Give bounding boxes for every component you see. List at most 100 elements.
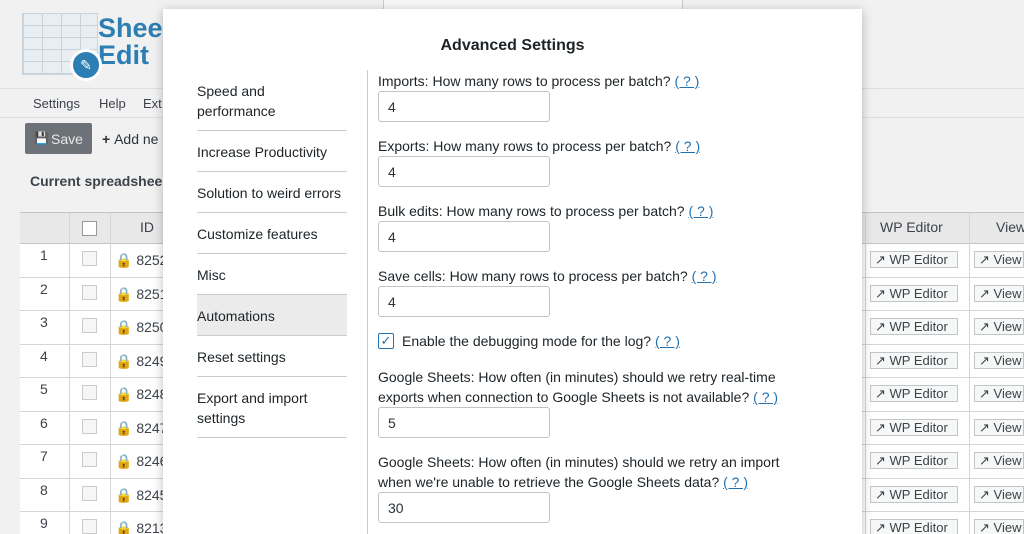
menu-settings[interactable]: Settings [33, 96, 80, 111]
menu-help[interactable]: Help [99, 96, 126, 111]
external-link-icon: ↗ [979, 352, 990, 368]
exports-help-link[interactable]: ( ? ) [675, 138, 700, 154]
view-button[interactable]: ↗ View [974, 418, 1024, 436]
sidebar-item-export-import[interactable]: Export and import settings [197, 377, 347, 438]
debug-help-link[interactable]: ( ? ) [655, 333, 680, 349]
exports-label: Exports: How many rows to process per ba… [378, 138, 672, 154]
gs-export-label: Google Sheets: How often (in minutes) sh… [378, 369, 776, 405]
lock-icon: 🔒 [115, 419, 133, 436]
view-button[interactable]: ↗ View [974, 318, 1024, 335]
wp-editor-button[interactable]: ↗ WP Editor [870, 452, 958, 469]
sidebar-item-automations[interactable]: Automations [197, 295, 347, 336]
wp-editor-button[interactable]: ↗ WP Editor [870, 284, 958, 302]
menu-extensions[interactable]: Ext [143, 96, 162, 111]
row-checkbox[interactable] [82, 318, 97, 333]
row-checkbox[interactable] [82, 452, 97, 467]
row-checkbox[interactable] [82, 251, 97, 266]
sidebar-item-reset[interactable]: Reset settings [197, 336, 347, 377]
row-number: 8 [40, 481, 48, 498]
wp-editor-button[interactable]: ↗ WP Editor [870, 485, 958, 503]
row-number: 4 [40, 347, 48, 364]
wp-editor-button[interactable]: ↗ WP Editor [870, 351, 958, 369]
lock-icon: 🔒 [115, 352, 133, 369]
save-cells-help-link[interactable]: ( ? ) [692, 268, 717, 284]
view-button[interactable]: ↗ View [974, 284, 1024, 302]
gs-export-retry-input[interactable] [378, 407, 550, 438]
select-all-checkbox[interactable] [82, 221, 97, 236]
gs-export-help-link[interactable]: ( ? ) [753, 389, 778, 405]
row-checkbox[interactable] [82, 519, 97, 534]
header-view: View [996, 219, 1024, 235]
sidebar-item-misc[interactable]: Misc [197, 254, 347, 295]
debug-mode-checkbox[interactable]: ✓ [378, 333, 394, 349]
view-button[interactable]: ↗ View [974, 519, 1024, 534]
gs-import-retry-input[interactable] [378, 492, 550, 523]
view-button[interactable]: ↗ View [974, 351, 1024, 369]
row-id: 🔒 8246 [115, 453, 168, 469]
lock-icon: 🔒 [115, 453, 133, 469]
gs-export-retry-field: Google Sheets: How often (in minutes) sh… [378, 367, 848, 438]
lock-icon: 🔒 [115, 386, 133, 402]
bulk-edits-batch-field: Bulk edits: How many rows to process per… [378, 201, 848, 252]
wp-editor-button[interactable]: ↗ WP Editor [870, 251, 958, 268]
view-button[interactable]: ↗ View [974, 385, 1024, 402]
bulk-edits-label: Bulk edits: How many rows to process per… [378, 203, 685, 219]
wp-editor-button[interactable]: ↗ WP Editor [870, 418, 958, 436]
gs-import-retry-field: Google Sheets: How often (in minutes) sh… [378, 452, 848, 523]
settings-content: Imports: How many rows to process per ba… [378, 71, 848, 534]
logo-text: Shee Edit [98, 13, 163, 70]
external-link-icon: ↗ [875, 319, 886, 334]
save-button[interactable]: 💾 Save [25, 123, 92, 154]
sidebar-item-productivity[interactable]: Increase Productivity [197, 131, 347, 172]
imports-help-link[interactable]: ( ? ) [674, 73, 699, 89]
row-checkbox[interactable] [82, 385, 97, 400]
bulk-edits-help-link[interactable]: ( ? ) [688, 203, 713, 219]
external-link-icon: ↗ [979, 252, 990, 267]
row-number: 7 [40, 448, 48, 464]
debug-mode-label: Enable the debugging mode for the log? [402, 333, 652, 349]
wp-editor-button[interactable]: ↗ WP Editor [870, 385, 958, 402]
wp-editor-button[interactable]: ↗ WP Editor [870, 519, 958, 534]
save-cells-batch-field: Save cells: How many rows to process per… [378, 266, 848, 317]
gs-import-label: Google Sheets: How often (in minutes) sh… [378, 454, 780, 490]
current-spreadsheet-label: Current spreadshee [30, 173, 163, 189]
row-checkbox[interactable] [82, 418, 97, 434]
imports-label: Imports: How many rows to process per ba… [378, 73, 671, 89]
row-id: 🔒 8245 [115, 486, 168, 503]
sidebar-item-errors[interactable]: Solution to weird errors [197, 172, 347, 213]
debug-mode-row: ✓ Enable the debugging mode for the log?… [378, 331, 848, 351]
view-button[interactable]: ↗ View [974, 251, 1024, 268]
external-link-icon: ↗ [979, 285, 990, 301]
external-link-icon: ↗ [979, 520, 990, 534]
view-button[interactable]: ↗ View [974, 452, 1024, 469]
row-checkbox[interactable] [82, 485, 97, 501]
exports-batch-field: Exports: How many rows to process per ba… [378, 136, 848, 187]
external-link-icon: ↗ [875, 352, 886, 368]
row-id: 🔒 8247 [115, 419, 168, 436]
exports-batch-input[interactable] [378, 156, 550, 187]
row-id: 🔒 8252 [115, 252, 168, 268]
save-cells-label: Save cells: How many rows to process per… [378, 268, 688, 284]
external-link-icon: ↗ [875, 285, 886, 301]
save-cells-batch-input[interactable] [378, 286, 550, 317]
plus-icon: + [102, 131, 115, 147]
external-link-icon: ↗ [979, 386, 990, 401]
wp-editor-button[interactable]: ↗ WP Editor [870, 318, 958, 335]
bulk-edits-batch-input[interactable] [378, 221, 550, 252]
add-new-button[interactable]: + Add ne [102, 131, 158, 147]
row-checkbox[interactable] [82, 351, 97, 367]
sidebar-item-customize[interactable]: Customize features [197, 213, 347, 254]
row-id: 🔒 8251 [115, 285, 168, 302]
sidebar-item-speed[interactable]: Speed and performance [197, 70, 347, 131]
imports-batch-field: Imports: How many rows to process per ba… [378, 71, 848, 122]
lock-icon: 🔒 [115, 486, 133, 503]
gs-import-help-link[interactable]: ( ? ) [723, 474, 748, 490]
external-link-icon: ↗ [875, 520, 886, 534]
sidebar-divider [367, 70, 368, 534]
imports-batch-input[interactable] [378, 91, 550, 122]
view-button[interactable]: ↗ View [974, 485, 1024, 503]
external-link-icon: ↗ [875, 386, 886, 401]
lock-icon: 🔒 [115, 319, 133, 335]
row-checkbox[interactable] [82, 284, 97, 300]
row-id: 🔒 8213 [115, 520, 168, 534]
